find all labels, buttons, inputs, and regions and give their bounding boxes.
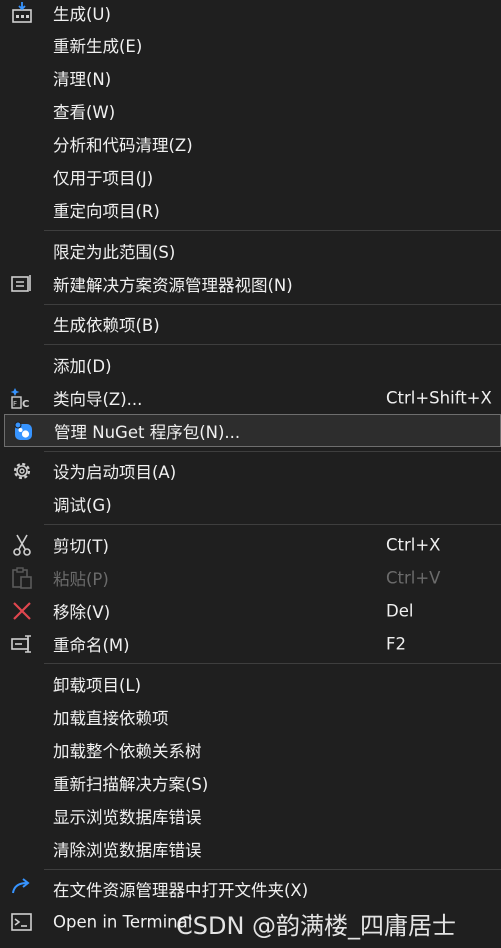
menu-item-label: 添加(D) bbox=[53, 356, 112, 376]
menu-separator bbox=[44, 663, 501, 664]
menu-item-paste[interactable]: 粘贴(P) Ctrl+V bbox=[0, 561, 501, 594]
menu-item-add[interactable]: 添加(D) bbox=[0, 348, 501, 381]
csdn-watermark: CSDN @韵满楼_四庸居士 bbox=[176, 912, 457, 940]
nuget-icon bbox=[11, 419, 35, 443]
menu-item-rename[interactable]: 重命名(M) F2 bbox=[0, 627, 501, 660]
menu-item-label: 新建解决方案资源管理器视图(N) bbox=[53, 275, 293, 295]
menu-item-label: 显示浏览数据库错误 bbox=[53, 807, 202, 827]
menu-item-debug[interactable]: 调试(G) bbox=[0, 487, 501, 520]
menu-item-label: 加载直接依赖项 bbox=[53, 708, 169, 728]
menu-item-label: 类向导(Z)... bbox=[53, 389, 143, 409]
menu-item-class-wizard[interactable]: F C 类向导(Z)... Ctrl+Shift+X bbox=[0, 381, 501, 414]
svg-text:F: F bbox=[13, 400, 17, 408]
menu-item-label: 限定为此范围(S) bbox=[53, 242, 176, 262]
menu-item-manage-nuget[interactable]: 管理 NuGet 程序包(N)... bbox=[4, 414, 501, 447]
new-view-icon bbox=[10, 272, 34, 296]
paste-icon bbox=[10, 566, 34, 590]
gear-icon bbox=[10, 459, 34, 483]
menu-item-label: 仅用于项目(J) bbox=[53, 168, 154, 188]
menu-item-label: 管理 NuGet 程序包(N)... bbox=[54, 422, 241, 442]
menu-item-project-only[interactable]: 仅用于项目(J) bbox=[0, 160, 501, 193]
menu-item-label: 调试(G) bbox=[53, 495, 112, 515]
menu-item-label: 重定向项目(R) bbox=[53, 201, 160, 221]
menu-item-label: 移除(V) bbox=[53, 602, 111, 622]
menu-separator bbox=[44, 230, 501, 231]
menu-item-shortcut: Ctrl+Shift+X bbox=[386, 388, 492, 407]
menu-item-scope-to-this[interactable]: 限定为此范围(S) bbox=[0, 234, 501, 267]
menu-item-label: 卸载项目(L) bbox=[53, 675, 142, 695]
menu-item-label: 加载整个依赖关系树 bbox=[53, 741, 202, 761]
menu-item-label: 重命名(M) bbox=[53, 635, 130, 655]
menu-item-open-in-explorer[interactable]: 在文件资源管理器中打开文件夹(X) bbox=[0, 872, 501, 905]
menu-item-unload-project[interactable]: 卸载项目(L) bbox=[0, 667, 501, 700]
menu-item-set-startup[interactable]: 设为启动项目(A) bbox=[0, 454, 501, 487]
menu-item-rebuild[interactable]: 重新生成(E) bbox=[0, 28, 501, 61]
class-wizard-icon: F C bbox=[10, 386, 34, 410]
menu-item-shortcut: Ctrl+V bbox=[386, 568, 441, 587]
menu-separator bbox=[44, 451, 501, 452]
menu-item-label: 重新扫描解决方案(S) bbox=[53, 774, 209, 794]
menu-item-label: 剪切(T) bbox=[53, 536, 109, 556]
menu-item-label: 重新生成(E) bbox=[53, 36, 143, 56]
menu-item-label: 粘贴(P) bbox=[53, 569, 109, 589]
menu-item-new-solution-view[interactable]: 新建解决方案资源管理器视图(N) bbox=[0, 267, 501, 300]
open-folder-arrow-icon bbox=[10, 877, 34, 901]
rename-icon bbox=[10, 632, 34, 656]
menu-item-cut[interactable]: 剪切(T) Ctrl+X bbox=[0, 528, 501, 561]
menu-item-label: 清理(N) bbox=[53, 69, 112, 89]
menu-item-label: 查看(W) bbox=[53, 102, 116, 122]
menu-item-shortcut: Ctrl+X bbox=[386, 535, 441, 554]
menu-item-label: 生成(U) bbox=[53, 4, 111, 24]
menu-item-label: 清除浏览数据库错误 bbox=[53, 840, 202, 860]
menu-item-view[interactable]: 查看(W) bbox=[0, 94, 501, 127]
menu-item-shortcut: Del bbox=[386, 601, 414, 620]
scissors-icon bbox=[10, 533, 34, 557]
menu-item-label: Open in Terminal bbox=[53, 912, 193, 931]
menu-item-rescan-solution[interactable]: 重新扫描解决方案(S) bbox=[0, 766, 501, 799]
menu-item-shortcut: F2 bbox=[386, 634, 406, 653]
menu-item-retarget[interactable]: 重定向项目(R) bbox=[0, 193, 501, 226]
remove-x-icon bbox=[10, 599, 34, 623]
menu-item-label: 分析和代码清理(Z) bbox=[53, 135, 193, 155]
terminal-icon bbox=[10, 910, 34, 934]
build-icon bbox=[10, 1, 34, 25]
menu-separator bbox=[44, 869, 501, 870]
menu-item-analyze[interactable]: 分析和代码清理(Z) bbox=[0, 127, 501, 160]
menu-item-build[interactable]: 生成(U) bbox=[0, 0, 501, 29]
svg-text:C: C bbox=[22, 399, 29, 410]
menu-item-show-browse-errors[interactable]: 显示浏览数据库错误 bbox=[0, 799, 501, 832]
menu-item-build-dependencies[interactable]: 生成依赖项(B) bbox=[0, 307, 501, 340]
menu-item-load-direct-deps[interactable]: 加载直接依赖项 bbox=[0, 700, 501, 733]
menu-item-load-dep-tree[interactable]: 加载整个依赖关系树 bbox=[0, 733, 501, 766]
menu-item-label: 在文件资源管理器中打开文件夹(X) bbox=[53, 880, 309, 900]
context-menu: 生成(U) 重新生成(E) 清理(N) 查看(W) 分析和代码清理(Z) 仅用于… bbox=[0, 0, 501, 948]
menu-separator bbox=[44, 344, 501, 345]
menu-separator bbox=[44, 304, 501, 305]
menu-separator bbox=[44, 524, 501, 525]
menu-item-clear-browse-errors[interactable]: 清除浏览数据库错误 bbox=[0, 832, 501, 865]
menu-item-clean[interactable]: 清理(N) bbox=[0, 61, 501, 94]
menu-item-label: 生成依赖项(B) bbox=[53, 315, 160, 335]
menu-item-label: 设为启动项目(A) bbox=[53, 462, 177, 482]
menu-item-remove[interactable]: 移除(V) Del bbox=[0, 594, 501, 627]
